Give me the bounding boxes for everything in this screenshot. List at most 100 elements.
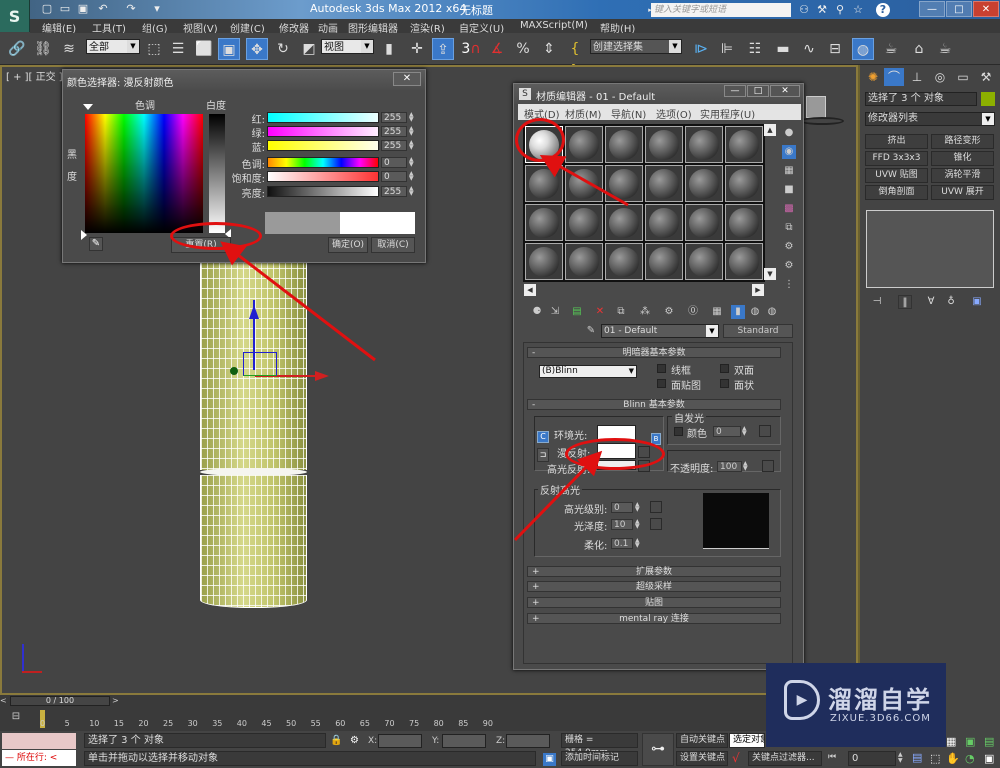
time-slider-track[interactable]	[0, 695, 858, 707]
z-coordinate-field[interactable]	[506, 734, 550, 748]
green-spinner-icon[interactable]: ▲ ▼	[409, 126, 415, 137]
viewport-label[interactable]: [ + ][ 正交 ]	[6, 68, 63, 83]
value-value[interactable]: 255	[381, 186, 407, 197]
me-close-button[interactable]: ✕	[770, 85, 800, 97]
material-sample-slot[interactable]	[565, 165, 603, 202]
save-icon[interactable]: ▣	[76, 2, 90, 16]
saturation-slider[interactable]	[267, 171, 379, 182]
wrench-icon[interactable]: ⚒	[815, 3, 829, 17]
material-sample-slot[interactable]	[725, 243, 763, 280]
cancel-button[interactable]: 取消(C)	[371, 237, 415, 253]
specular-level-value[interactable]: 0	[611, 502, 633, 513]
go-to-start-icon[interactable]: ⏮	[828, 752, 836, 762]
key-tangent-icon[interactable]: √	[732, 751, 740, 765]
material-sample-slot[interactable]	[685, 243, 723, 280]
app-logo-button[interactable]: S	[0, 0, 30, 32]
time-tag-icon[interactable]: ▣	[543, 753, 556, 766]
auto-key-button[interactable]: 自动关键点	[676, 733, 728, 748]
me-menu-material[interactable]: 材质(M)	[565, 106, 601, 121]
get-material-icon[interactable]: ⚈	[530, 305, 544, 319]
value-spinner-icon[interactable]: ▲ ▼	[409, 186, 415, 197]
material-name-dropdown-icon[interactable]: ▼	[706, 325, 718, 337]
opacity-value[interactable]: 100	[717, 461, 742, 472]
make-unique-icon[interactable]: ⁂	[638, 305, 652, 319]
hue-spinner-icon[interactable]: ▲ ▼	[409, 157, 415, 168]
viewcube[interactable]	[806, 96, 826, 118]
self-illum-value[interactable]: 0	[713, 426, 741, 437]
track-bar[interactable]	[0, 707, 860, 731]
opacity-map-button[interactable]	[762, 460, 774, 472]
viewcube-ring[interactable]	[800, 117, 844, 125]
slots-scroll-up-icon[interactable]: ▲	[764, 124, 776, 136]
material-sample-slot[interactable]	[605, 204, 643, 241]
me-minimize-button[interactable]: —	[724, 85, 746, 97]
material-sample-slot[interactable]	[605, 126, 643, 163]
material-sample-slot[interactable]	[645, 165, 683, 202]
quick-access-dropdown-icon[interactable]: ▾	[150, 2, 164, 16]
maxscript-listener-input[interactable]	[2, 733, 76, 749]
modifier-bevel-profile-button[interactable]: 倒角剖面	[865, 185, 928, 200]
me-menu-navigation[interactable]: 导航(N)	[611, 106, 646, 121]
curve-editor-mini-icon[interactable]: ⊟	[8, 711, 24, 727]
create-tab-icon[interactable]: ✺	[863, 68, 883, 86]
sample-uv-tiling-icon[interactable]: ■	[782, 183, 796, 197]
select-object-icon[interactable]: ⬚	[143, 38, 165, 60]
material-sample-slot[interactable]	[725, 204, 763, 241]
blackness-marker-icon[interactable]	[81, 230, 87, 240]
utilities-tab-icon[interactable]: ⚒	[976, 68, 996, 86]
put-to-library-icon[interactable]: ⚙	[662, 305, 676, 319]
absolute-mode-icon[interactable]: ⚙	[350, 735, 359, 746]
material-id-channel-icon[interactable]: ⓪	[686, 305, 700, 319]
reference-coord-dropdown[interactable]: 视图 ▼	[321, 39, 374, 54]
hue-blackness-field[interactable]	[85, 114, 203, 233]
me-menu-utilities[interactable]: 实用程序(U)	[700, 106, 755, 121]
modifier-uvw-map-button[interactable]: UVW 贴图	[865, 168, 928, 183]
blue-value[interactable]: 255	[381, 140, 407, 151]
faceted-checkbox[interactable]	[720, 379, 729, 388]
open-file-icon[interactable]: ▭	[58, 2, 72, 16]
specular-level-spinner-icon[interactable]: ▲ ▼	[635, 502, 641, 513]
specular-level-map-button[interactable]	[650, 501, 662, 513]
y-coordinate-field[interactable]	[442, 734, 486, 748]
keyboard-shortcut-toggle-icon[interactable]: ⇪	[432, 38, 454, 60]
align-icon[interactable]: ⊫	[716, 38, 738, 60]
make-unique-icon[interactable]: ∀	[924, 295, 938, 309]
render-setup-icon[interactable]: ☕	[880, 38, 902, 60]
percent-snap-icon[interactable]: %	[512, 38, 534, 60]
motion-tab-icon[interactable]: ◎	[930, 68, 950, 86]
unlink-icon[interactable]: ⛓	[32, 38, 54, 60]
window-crossing-icon[interactable]: ▣	[218, 38, 240, 60]
glossiness-spinner-icon[interactable]: ▲ ▼	[635, 519, 641, 530]
material-sample-slot[interactable]	[685, 126, 723, 163]
edit-named-selection-icon[interactable]: { }	[564, 38, 586, 79]
key-filters-button[interactable]: 关键点过滤器...	[748, 751, 822, 766]
ok-button[interactable]: 确定(O)	[328, 237, 368, 253]
saturation-spinner-icon[interactable]: ▲ ▼	[409, 171, 415, 182]
modifier-extrude-button[interactable]: 挤出	[865, 134, 928, 149]
go-to-parent-icon[interactable]: ◍	[748, 305, 762, 319]
material-sample-slot[interactable]	[685, 165, 723, 202]
lock-ambient-diffuse-icon[interactable]: C	[537, 431, 549, 443]
close-button[interactable]: ✕	[973, 1, 999, 17]
remove-modifier-icon[interactable]: ♁	[944, 295, 958, 309]
x-coordinate-field[interactable]	[378, 734, 422, 748]
color-picker-close-button[interactable]: ✕	[393, 72, 421, 86]
search-input[interactable]: 键入关键字或短语	[651, 3, 791, 17]
blue-slider[interactable]	[267, 140, 379, 151]
make-preview-icon[interactable]: ⧉	[782, 221, 796, 235]
show-end-result-icon[interactable]: ‖	[898, 295, 912, 309]
help-icon[interactable]: ?	[876, 3, 890, 17]
value-slider[interactable]	[267, 186, 379, 197]
modifier-list-dropdown[interactable]: 修改器列表 ▼	[865, 112, 995, 126]
object-name-field[interactable]: 选择了 3 个 对象	[865, 92, 977, 106]
modifier-unwrap-uvw-button[interactable]: UVW 展开	[931, 185, 994, 200]
maxscript-listener-output[interactable]: — 所在行: <	[2, 750, 76, 766]
self-illum-map-button[interactable]	[759, 425, 771, 437]
background-checker-icon[interactable]: ▦	[782, 164, 796, 178]
show-end-result-icon[interactable]: ▮	[731, 305, 745, 319]
modifier-taper-button[interactable]: 锥化	[931, 151, 994, 166]
set-key-icon[interactable]: ⊶	[642, 733, 674, 766]
slots-scroll-down-icon[interactable]: ▼	[764, 268, 776, 280]
shader-basic-rollout-header[interactable]: - 明暗器基本参数	[527, 347, 781, 358]
hue-value[interactable]: 0	[381, 157, 407, 168]
